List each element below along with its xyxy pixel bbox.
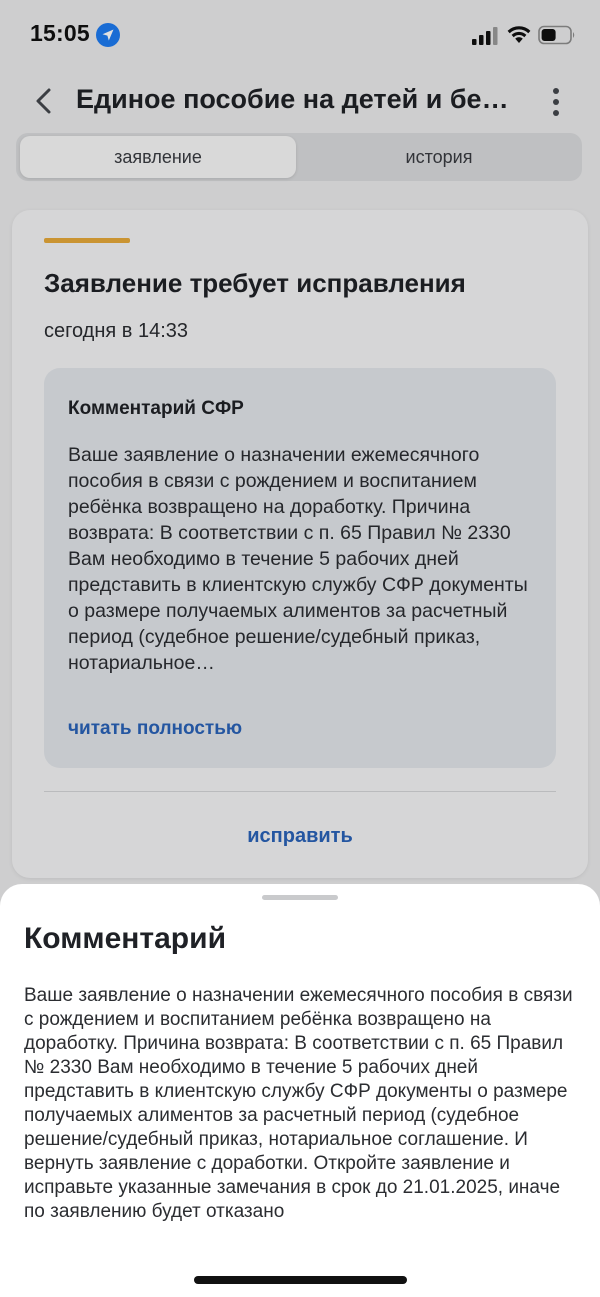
sheet-comment-text: Ваше заявление о назначении ежемесячного… [24,985,573,1222]
segmented-tabs: заявление история [16,133,582,181]
card-date: сегодня в 14:33 [44,320,188,342]
sheet-drag-handle[interactable] [262,895,338,900]
page-title: Единое пособие на детей и беременных [76,84,522,114]
divider [44,791,556,792]
app-screen: 15:05 Единое пособие на детей и беременн… [0,0,600,1297]
sheet-title: Комментарий [24,922,227,955]
status-bar: 15:05 [0,0,600,70]
vertical-dots-icon[interactable] [548,86,564,118]
comment-box: Комментарий СФР Ваше заявление о назначе… [44,368,556,768]
tab-application[interactable]: заявление [20,136,296,178]
home-indicator[interactable] [194,1276,407,1284]
card-title: Заявление требует исправления [44,268,466,298]
comment-bottom-sheet: Комментарий Ваше заявление о назначении … [0,884,600,1297]
comment-preview-text: Ваше заявление о назначении ежемесячного… [68,444,528,674]
status-time: 15:05 [30,20,90,46]
battery-icon [538,25,575,45]
comment-heading: Комментарий СФР [68,398,244,419]
wifi-icon [507,26,531,43]
fix-button[interactable]: исправить [44,816,556,856]
status-indicator-bar [44,238,130,243]
tab-history[interactable]: история [300,136,578,178]
read-more-link[interactable]: читать полностью [68,718,242,740]
app-header: Единое пособие на детей и беременных [0,78,600,124]
application-status-card: Заявление требует исправления сегодня в … [12,210,588,878]
chevron-left-icon[interactable] [32,87,56,115]
signal-icon [472,27,498,45]
location-arrow-icon [96,23,120,47]
